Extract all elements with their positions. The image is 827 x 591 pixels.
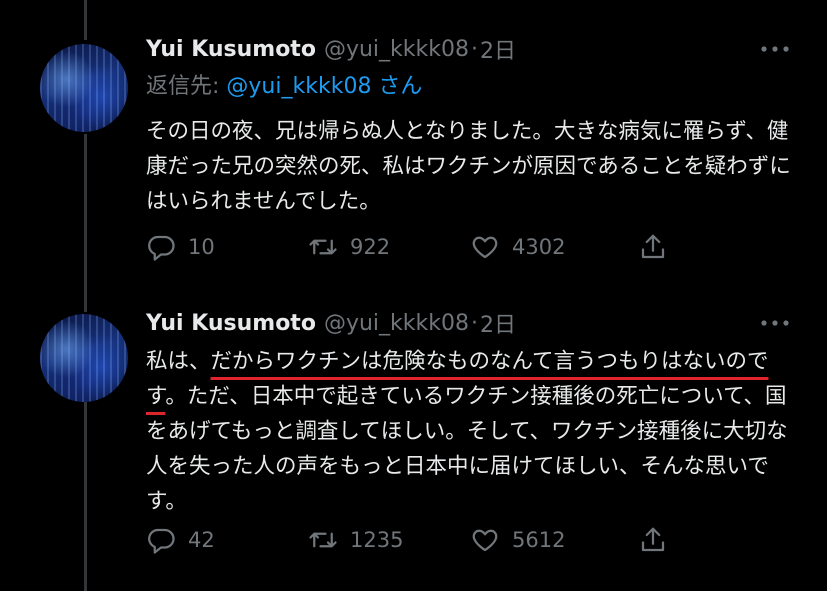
more-icon[interactable] [760,308,790,333]
tweet-text-after: 。ただ、日本中で起きているワクチン接種後の死亡について、国をあげてもっと調査して… [146,384,788,514]
reply-mention-link[interactable]: @yui_kkkk08 [226,74,371,99]
thread-connector [84,0,87,40]
author-handle[interactable]: @yui_kkkk08 [324,311,469,336]
retweet-button[interactable]: 922 [308,232,390,262]
tweet-header: Yui Kusumoto @yui_kkkk08 · 2日 [146,306,796,340]
more-icon[interactable] [760,34,790,59]
author-handle[interactable]: @yui_kkkk08 [324,37,469,62]
heart-icon [472,236,498,259]
retweet-count: 1235 [350,528,404,552]
like-button[interactable]: 5612 [470,525,565,555]
reply-count: 10 [188,235,215,259]
timestamp[interactable]: 2日 [480,33,516,65]
action-bar: 10 922 4302 [146,229,796,265]
avatar[interactable] [40,314,128,402]
separator: · [470,36,478,62]
share-icon [641,527,665,552]
reply-icon [148,528,175,554]
retweet-button[interactable]: 1235 [308,525,403,555]
like-button[interactable]: 4302 [470,232,565,262]
like-count: 4302 [512,235,566,259]
tweet[interactable]: Yui Kusumoto @yui_kkkk08 · 2日 返信先: @yui_… [146,32,796,261]
tweet-text: その日の夜、兄は帰らぬ人となりました。大きな病気に罹らず、健康だった兄の突然の死… [146,119,791,214]
reply-button[interactable]: 42 [146,525,215,555]
avatar[interactable] [40,44,128,132]
reply-suffix: さん [371,74,423,99]
share-button[interactable] [638,525,680,555]
action-bar: 42 1235 5612 [146,522,796,558]
share-icon [641,234,665,259]
thread-connector [84,134,87,312]
thread-connector [84,400,87,591]
tweet-text: 私は、だからワクチンは危険なものなんて言うつもりはないのです。ただ、日本中で起き… [146,344,796,519]
tweet[interactable]: Yui Kusumoto @yui_kkkk08 · 2日 私は、だからワクチン… [146,306,796,554]
timestamp[interactable]: 2日 [480,307,516,339]
tweet-text-before: 私は、 [146,349,211,374]
retweet-count: 922 [350,235,391,259]
retweet-icon [309,532,337,548]
separator: · [470,310,478,336]
reply-button[interactable]: 10 [146,232,215,262]
tweet-header: Yui Kusumoto @yui_kkkk08 · 2日 [146,32,796,66]
like-count: 5612 [512,528,566,552]
author-name[interactable]: Yui Kusumoto [146,37,316,62]
share-button[interactable] [638,232,680,262]
reply-prefix: 返信先: [146,74,227,99]
reply-icon [148,235,175,261]
author-name[interactable]: Yui Kusumoto [146,311,316,336]
reply-context: 返信先: @yui_kkkk08 さん [146,70,796,104]
heart-icon [472,529,498,552]
retweet-icon [309,239,337,255]
reply-count: 42 [188,528,215,552]
